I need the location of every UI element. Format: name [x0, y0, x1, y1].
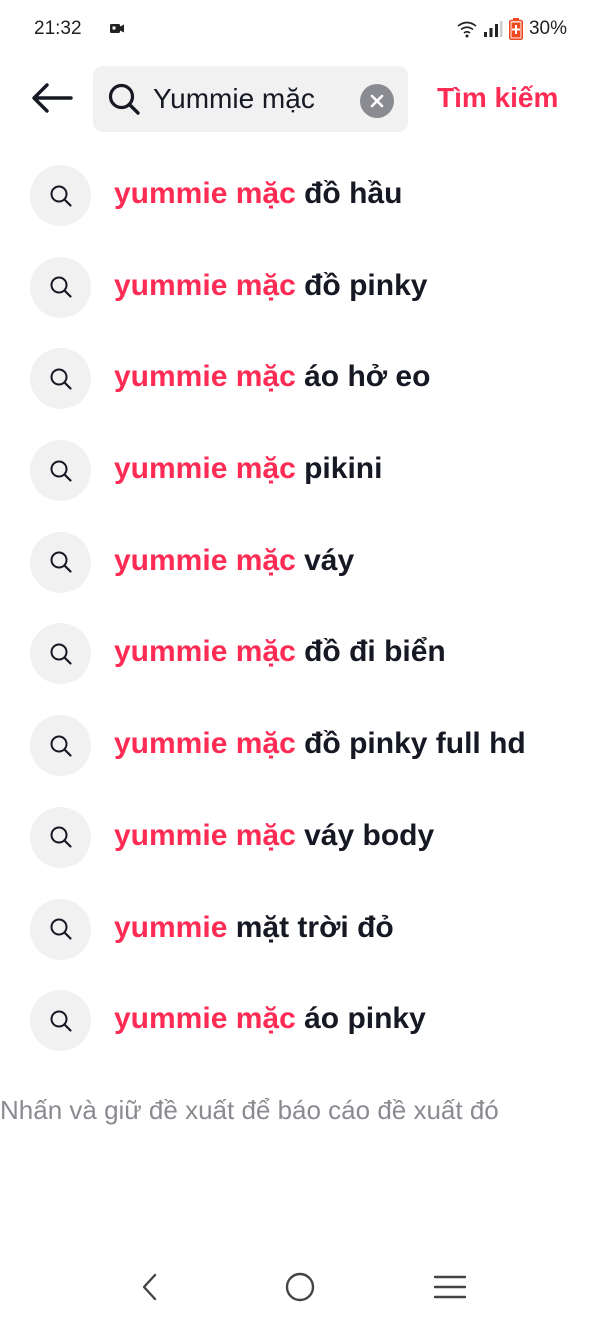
suggestion-text: yummie mặc đồ đi biển	[114, 635, 446, 669]
suggestion-text: yummie mặc váy body	[114, 819, 434, 853]
suggestion-search-icon	[30, 715, 91, 777]
suggestion-match: yummie mặc	[114, 818, 296, 852]
suggestion-item[interactable]: yummie mặc đồ pinky	[0, 242, 600, 334]
suggestion-item[interactable]: yummie mặc váy body	[0, 792, 600, 884]
clear-icon	[370, 94, 384, 108]
suggestion-match: yummie mặc	[114, 1002, 296, 1036]
suggestion-match: yummie	[114, 910, 228, 944]
search-icon	[50, 551, 72, 573]
suggestion-text: yummie mặc pikini	[114, 452, 382, 486]
back-arrow-icon	[32, 83, 73, 113]
suggestion-item[interactable]: yummie mặc đồ pinky full hd	[0, 700, 600, 792]
report-hint-text: Nhấn và giữ đề xuất để báo cáo đề xuất đ…	[0, 1095, 499, 1125]
suggestion-text: yummie mặc đồ hầu	[114, 177, 402, 211]
menu-nav-icon	[434, 1275, 466, 1299]
battery-percentage: 30%	[528, 18, 567, 39]
status-time: 21:32	[34, 18, 82, 39]
screen-record-icon	[110, 24, 124, 33]
suggestion-search-icon	[30, 806, 91, 868]
suggestion-text: yummie mặt trời đỏ	[114, 911, 394, 945]
suggestion-rest: váy body	[295, 818, 435, 852]
suggestion-match: yummie mặc	[114, 360, 296, 394]
search-submit-button[interactable]: Tìm kiếm	[437, 82, 558, 114]
suggestion-rest: đồ đi biển	[295, 635, 446, 669]
nav-home-button[interactable]	[270, 1265, 330, 1309]
search-icon	[50, 1010, 72, 1032]
suggestion-item[interactable]: yummie mặc váy	[0, 517, 600, 609]
suggestion-match: yummie mặc	[114, 727, 296, 761]
suggestion-text: yummie mặc áo hở eo	[114, 360, 430, 394]
suggestion-item[interactable]: yummie mặt trời đỏ	[0, 884, 600, 976]
suggestion-text: yummie mặc đồ pinky	[114, 269, 427, 303]
status-indicators: 30%	[457, 17, 567, 41]
suggestion-item[interactable]: yummie mặc áo hở eo	[0, 333, 600, 425]
system-nav-bar	[0, 1243, 600, 1333]
search-input[interactable]	[153, 80, 363, 118]
suggestion-match: yummie mặc	[114, 452, 296, 486]
nav-menu-button[interactable]	[420, 1265, 480, 1309]
suggestion-rest: đồ pinky	[295, 268, 428, 302]
clear-search-button[interactable]	[360, 84, 394, 118]
search-icon	[50, 185, 72, 207]
search-icon	[50, 368, 72, 390]
suggestion-item[interactable]: yummie mặc đồ đi biển	[0, 608, 600, 700]
suggestion-rest: đồ hầu	[295, 177, 403, 210]
suggestion-rest: áo hở eo	[295, 360, 431, 394]
suggestion-rest: đồ pinky full hd	[295, 727, 526, 761]
suggestion-search-icon	[30, 256, 91, 318]
suggestion-search-icon	[30, 990, 91, 1052]
signal-icon	[483, 21, 503, 37]
back-nav-icon	[142, 1273, 157, 1301]
search-icon	[50, 460, 72, 482]
suggestion-text: yummie mặc đồ pinky full hd	[114, 727, 526, 761]
nav-back-button[interactable]	[120, 1265, 180, 1309]
suggestion-match: yummie mặc	[114, 268, 296, 302]
suggestion-rest: pikini	[295, 452, 383, 486]
suggestion-match: yummie mặc	[114, 543, 296, 577]
suggestion-search-icon	[30, 348, 91, 410]
status-bar: 21:32 30%	[0, 0, 600, 60]
search-box[interactable]	[93, 66, 408, 132]
suggestion-item[interactable]: yummie mặc đồ hầu	[0, 150, 600, 242]
search-icon	[50, 826, 72, 848]
search-header: Tìm kiếm	[0, 64, 600, 134]
suggestion-search-icon	[30, 165, 91, 226]
suggestion-text: yummie mặc áo pinky	[114, 1002, 426, 1036]
suggestion-rest: mặt trời đỏ	[227, 910, 394, 944]
suggestion-search-icon	[30, 898, 91, 960]
suggestion-rest: váy	[295, 543, 355, 577]
search-icon	[108, 83, 140, 115]
search-icon	[50, 735, 72, 757]
suggestion-rest: áo pinky	[295, 1002, 426, 1036]
suggestion-search-icon	[30, 531, 91, 593]
home-nav-icon	[285, 1272, 315, 1302]
search-icon	[50, 918, 72, 940]
suggestion-match: yummie mặc	[114, 177, 296, 210]
suggestion-item[interactable]: yummie mặc áo pinky	[0, 975, 600, 1067]
suggestion-match: yummie mặc	[114, 635, 296, 669]
wifi-icon	[457, 21, 477, 38]
suggestion-list: yummie mặc đồ hầu yummie mặc đồ pinky yu…	[0, 150, 600, 1067]
suggestion-search-icon	[30, 440, 91, 502]
battery-icon	[508, 18, 523, 40]
suggestion-text: yummie mặc váy	[114, 544, 354, 578]
search-icon	[50, 276, 72, 298]
suggestion-item[interactable]: yummie mặc pikini	[0, 425, 600, 517]
back-button[interactable]	[28, 78, 76, 118]
search-icon	[50, 643, 72, 665]
suggestion-search-icon	[30, 623, 91, 685]
